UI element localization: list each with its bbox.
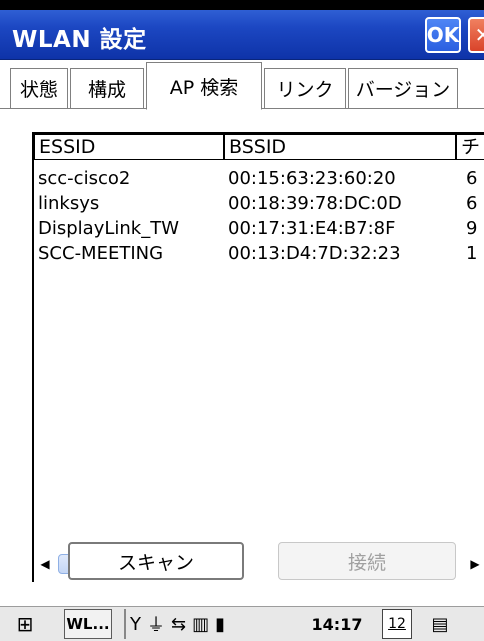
ok-button[interactable]: OK [425, 17, 461, 53]
close-button[interactable]: ✕ [468, 17, 484, 53]
bssid-cell: 00:17:31:E4:B7:8F [228, 218, 396, 239]
bssid-cell: 00:15:63:23:60:20 [228, 168, 396, 189]
tab-link[interactable]: リンク [264, 68, 346, 108]
signal-bars-icon[interactable]: ▥ [192, 614, 209, 635]
list-item[interactable]: scc-cisco2 00:15:63:23:60:20 6 [34, 168, 484, 193]
scroll-left-icon[interactable]: ◀ [34, 552, 56, 576]
tab-strip: 状態 構成 AP 検索 リンク バージョン [0, 60, 484, 116]
connect-button[interactable]: 接続 [278, 542, 456, 580]
bssid-cell: 00:18:39:78:DC:0D [228, 193, 402, 214]
essid-cell: scc-cisco2 [38, 168, 131, 189]
antenna-icon[interactable]: Y [130, 614, 141, 635]
main-panel: 状態 構成 AP 検索 リンク バージョン ESSID BSSID チ scc-… [0, 60, 484, 606]
list-item[interactable]: SCC-MEETING 00:13:D4:7D:32:23 1 [34, 243, 484, 268]
channel-cell: 6 [466, 193, 478, 214]
tab-status[interactable]: 状態 [10, 68, 68, 108]
taskbar: ⊞ WL... Y ⏚ ⇆ ▥ ▮ 14:17 12 ▤ [0, 606, 484, 641]
essid-cell: DisplayLink_TW [38, 218, 180, 239]
date-indicator[interactable]: 12 [382, 609, 412, 639]
channel-cell: 1 [466, 243, 478, 264]
desktop-switch-icon[interactable]: ▤ [426, 609, 454, 639]
battery-icon[interactable]: ▮ [215, 614, 225, 635]
clock[interactable]: 14:17 [302, 609, 372, 639]
scan-button[interactable]: スキャン [68, 542, 244, 580]
channel-cell: 9 [466, 218, 478, 239]
taskbar-separator [124, 609, 126, 639]
scroll-right-icon[interactable]: ▶ [464, 552, 484, 576]
tab-ap-search[interactable]: AP 検索 [146, 62, 262, 110]
column-header-channel[interactable]: チ [456, 134, 484, 160]
tab-config[interactable]: 構成 [70, 68, 144, 108]
title-bar: WLAN 設定 OK ✕ [0, 10, 484, 60]
top-black-strip [0, 0, 484, 10]
taskbar-app-button[interactable]: WL... [64, 609, 112, 639]
close-icon: ✕ [474, 23, 484, 47]
essid-cell: SCC-MEETING [38, 243, 164, 264]
network-icon[interactable]: ⏚ [147, 611, 165, 637]
column-header-bssid[interactable]: BSSID [224, 134, 456, 160]
window-title: WLAN 設定 [12, 27, 147, 53]
channel-cell: 6 [466, 168, 478, 189]
connection-icon[interactable]: ⇆ [171, 614, 186, 635]
list-item[interactable]: linksys 00:18:39:78:DC:0D 6 [34, 193, 484, 218]
windows-start-icon[interactable]: ⊞ [10, 609, 40, 639]
list-header: ESSID BSSID チ [34, 134, 484, 160]
ap-list[interactable]: ESSID BSSID チ scc-cisco2 00:15:63:23:60:… [32, 132, 484, 582]
column-header-essid[interactable]: ESSID [34, 134, 224, 160]
essid-cell: linksys [38, 193, 100, 214]
tab-version[interactable]: バージョン [348, 68, 458, 108]
bssid-cell: 00:13:D4:7D:32:23 [228, 243, 401, 264]
list-item[interactable]: DisplayLink_TW 00:17:31:E4:B7:8F 9 [34, 218, 484, 243]
